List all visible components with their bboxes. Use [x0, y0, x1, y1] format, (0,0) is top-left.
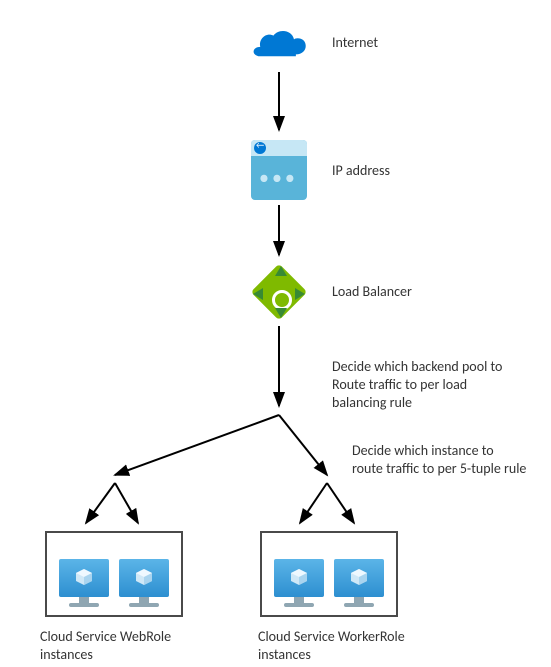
internet-label: Internet: [332, 34, 378, 51]
vm-icon: [119, 559, 169, 607]
webrole-label: Cloud Service WebRole instances: [40, 628, 210, 664]
cloud-icon: [249, 25, 309, 65]
vm-icon: [334, 559, 384, 607]
vm-icon: [59, 559, 109, 607]
five-tuple-annotation: Decide which instance to route traffic t…: [352, 442, 527, 478]
vm-icon: [274, 559, 324, 607]
diagram-canvas: Internet ••• IP address Load Balancer De…: [0, 0, 551, 667]
ip-address-icon: •••: [251, 140, 307, 200]
load-balancer-icon: [251, 264, 307, 320]
backend-pool-annotation: Decide which backend pool to Route traff…: [332, 358, 507, 413]
webrole-group: [45, 531, 183, 617]
workerrole-label: Cloud Service WorkerRole instances: [258, 628, 448, 664]
workerrole-group: [260, 531, 398, 617]
ip-label: IP address: [332, 162, 390, 179]
lb-label: Load Balancer: [332, 283, 412, 300]
